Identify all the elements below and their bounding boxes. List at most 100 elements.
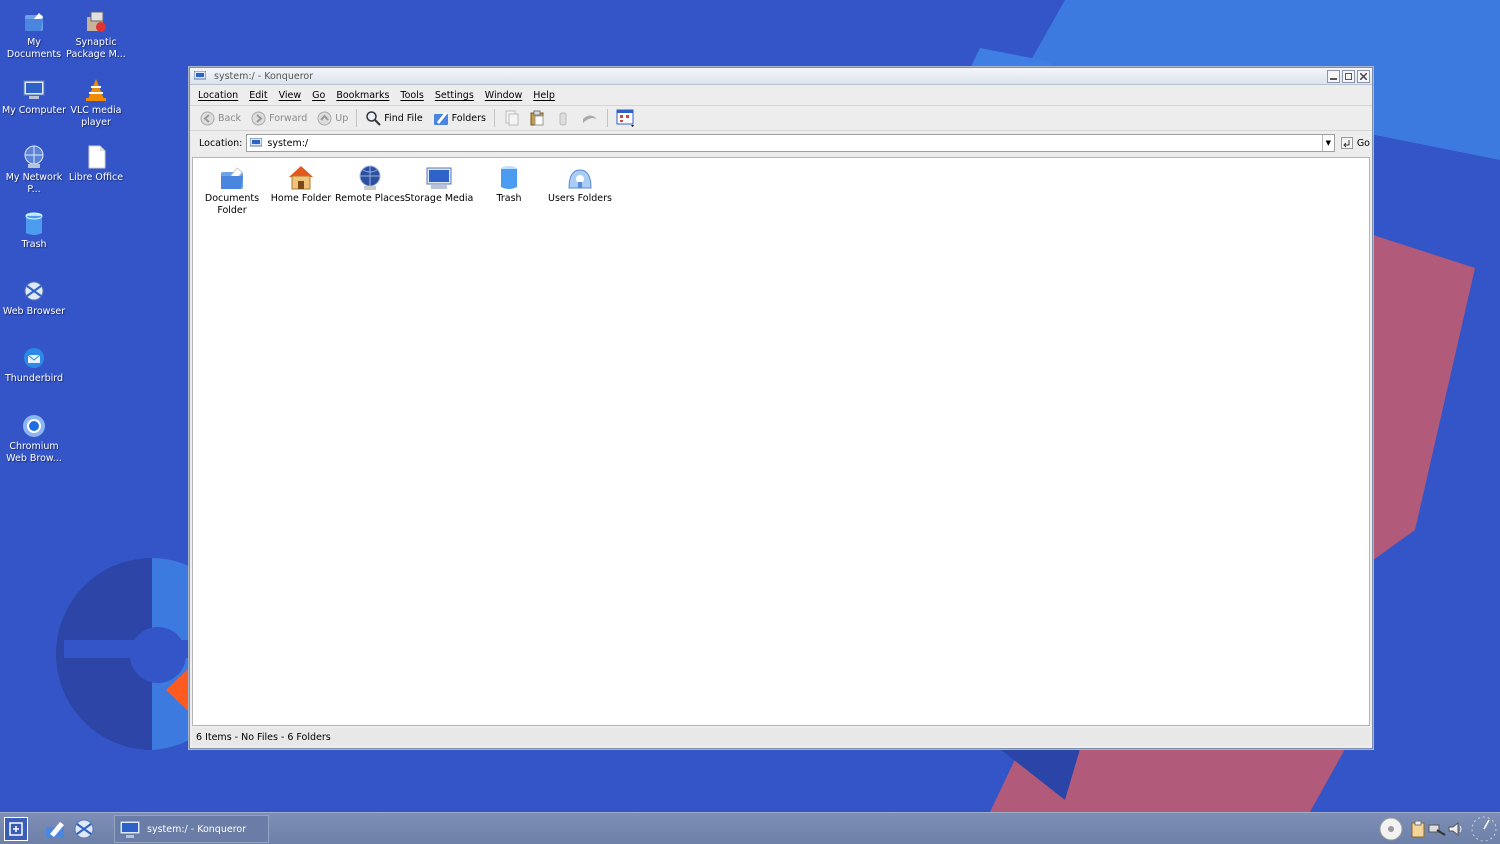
undo-button[interactable] [577,107,603,129]
tray-clipboard[interactable] [1410,820,1426,841]
status-bar: 6 Items - No Files - 6 Folders [192,728,1370,746]
find-file-button[interactable]: Find File [361,107,426,129]
close-button[interactable] [1357,69,1370,83]
quicklaunch-web-browser[interactable] [72,818,96,843]
menu-bookmarks[interactable]: Bookmarks [332,90,396,101]
network-globe-icon [24,145,44,168]
maximize-button[interactable] [1342,69,1355,83]
network-icon [1428,824,1446,836]
folders-label: Folders [451,112,486,124]
web-browser-quicklaunch-icon [74,819,94,839]
desktop-icon-thunderbird[interactable]: Thunderbird [1,345,67,385]
toolbar-separator [356,109,358,127]
desktop-icon-my-computer[interactable]: My Computer [1,77,67,117]
back-button[interactable]: Back [196,107,245,129]
window-title: system:/ - Konqueror [214,70,314,82]
main-toolbar: Back Forward Up Find File Folders [190,105,1372,131]
tray-volume[interactable] [1447,821,1465,840]
home-folder-icon [289,166,313,190]
tray-dvd[interactable] [1379,817,1403,844]
item-label: Documents Folder [204,193,260,216]
go-label: Go [1356,137,1370,149]
menu-help[interactable]: Help [529,90,562,101]
paste-button[interactable] [525,107,549,129]
remote-places-globe-icon [359,165,381,190]
item-home-folder[interactable]: Home Folder [266,164,336,205]
trash-icon [25,212,43,235]
start-menu-button[interactable] [4,817,28,841]
location-label: Location: [199,137,243,149]
file-view[interactable]: Documents Folder Home Folder Remote Plac… [192,157,1370,726]
menu-go[interactable]: Go [308,90,332,101]
item-users-folders[interactable]: Users Folders [543,164,617,205]
quicklaunch-documents[interactable] [44,818,68,843]
menu-edit[interactable]: Edit [245,90,274,101]
web-browser-icon [24,281,44,301]
item-storage-media[interactable]: Storage Media [404,164,474,205]
up-button[interactable]: Up [313,107,352,129]
item-trash[interactable]: Trash [474,164,544,205]
item-documents-folder[interactable]: Documents Folder [197,164,267,216]
magnifier-icon [366,111,381,126]
folders-button[interactable]: Folders [429,107,490,129]
copy-icon [505,110,519,126]
desktop-icon-web-browser[interactable]: Web Browser [1,278,67,318]
item-label: Users Folders [548,193,612,204]
desktop-icon-label: My Computer [1,105,67,116]
desktop-icon-label: Web Browser [2,306,66,317]
desktop-icon-label: My Network P... [5,172,63,195]
find-file-label: Find File [384,112,423,124]
chromium-icon [23,415,45,437]
menu-bar: Location Edit View Go Bookmarks Tools Se… [190,85,1372,105]
computer-icon [23,80,45,99]
clipboard-icon [1411,820,1425,838]
up-label: Up [335,112,349,124]
menu-location[interactable]: Location [194,90,245,101]
documents-quicklaunch-icon [46,822,64,838]
item-label: Trash [496,193,522,204]
desktop-icon-chromium[interactable]: Chromium Web Brow... [1,413,67,464]
desktop-icon-label: Chromium Web Brow... [6,441,62,464]
menu-settings[interactable]: Settings [431,90,481,101]
view-mode-button[interactable] [612,107,640,129]
desktop-icon-label: My Documents [6,37,62,60]
menu-tools[interactable]: Tools [396,90,430,101]
tray-network[interactable] [1428,821,1446,840]
go-return-icon [1340,137,1353,149]
desktop-icon-my-documents[interactable]: My Documents [1,9,67,60]
computer-task-icon [119,820,141,838]
desktop-icon-label: Synaptic Package M... [66,37,126,60]
minimize-button[interactable] [1327,69,1340,83]
desktop-icon-label: Libre Office [68,172,124,183]
location-dropdown-button[interactable]: ▼ [1321,135,1334,151]
desktop-icon-label: VLC media player [70,105,122,128]
paste-clipboard-icon [530,110,544,126]
go-button[interactable]: Go [1339,132,1372,154]
desktop-icon-my-network[interactable]: My Network P... [1,144,67,195]
back-label: Back [218,112,242,124]
documents-folder-icon [221,167,243,189]
item-remote-places[interactable]: Remote Places [335,164,405,205]
forward-button[interactable]: Forward [247,107,311,129]
window-titlebar[interactable]: system:/ - Konqueror [190,68,1372,85]
trash-action-button[interactable] [551,107,575,129]
location-input[interactable]: system:/ ▼ [246,134,1335,152]
desktop-icon-vlc[interactable]: VLC media player [63,77,129,128]
desktop-icon-libreoffice[interactable]: Libre Office [63,144,129,184]
start-menu-icon [9,822,23,836]
copy-button[interactable] [499,107,523,129]
minimize-icon [1330,77,1337,80]
menu-window[interactable]: Window [481,90,529,101]
menu-view[interactable]: View [275,90,309,101]
dvd-disc-icon [1379,817,1403,841]
taskbar: system:/ - Konqueror [0,812,1500,844]
desktop-icon-synaptic[interactable]: Synaptic Package M... [63,9,129,60]
toolbar-separator [493,109,495,127]
document-icon [88,145,106,169]
tray-clock[interactable] [1470,815,1498,844]
desktop-icon-trash[interactable]: Trash [1,211,67,251]
task-konqueror[interactable]: system:/ - Konqueror [114,815,269,843]
back-arrow-icon [200,111,215,125]
documents-folder-icon [25,13,43,31]
task-label: system:/ - Konqueror [147,823,247,835]
